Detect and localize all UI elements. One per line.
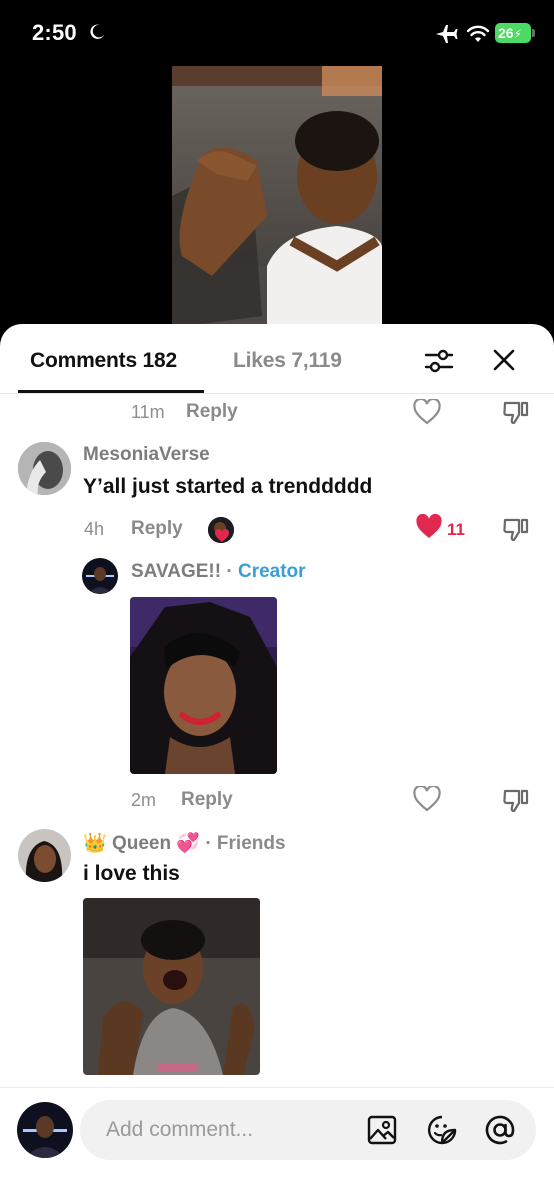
comment-text: i love this	[83, 862, 180, 885]
comments-list[interactable]: 11m Reply MesoniaVerse Y’all just starte…	[0, 394, 554, 1087]
media-image	[83, 898, 260, 1075]
creator-liked-avatar	[208, 517, 234, 543]
creator-badge: Creator	[237, 561, 306, 582]
sheet-tabs: Comments 182 Likes 7,119	[0, 324, 554, 394]
separator-dot: ·	[205, 833, 212, 854]
active-tab-indicator	[18, 390, 204, 393]
comment-text: Y’all just started a trenddddd	[83, 475, 373, 498]
separator-dot: ·	[226, 561, 233, 582]
comment-input-placeholder: Add comment...	[106, 1118, 254, 1141]
avatar-image	[18, 442, 71, 495]
comment-username[interactable]: MesoniaVerse	[83, 444, 210, 466]
tab-comments[interactable]: Comments 182	[30, 349, 177, 373]
image-icon[interactable]	[366, 1114, 398, 1146]
avatar[interactable]	[18, 442, 71, 495]
heart-emoji: 💞	[176, 833, 201, 854]
wifi-icon	[466, 25, 490, 42]
airplane-icon	[436, 25, 458, 43]
comment-input[interactable]: Add comment...	[80, 1100, 536, 1160]
crown-emoji: 👑	[83, 833, 107, 854]
reply-gif[interactable]	[130, 597, 277, 774]
comment-time: 11m	[131, 402, 165, 422]
avatar-image	[82, 558, 118, 594]
status-bar: 2:50 26⚡	[0, 0, 554, 64]
video-frame	[172, 66, 382, 328]
close-icon[interactable]	[490, 346, 518, 374]
comments-sheet: Comments 182 Likes 7,119 11m Reply Meson…	[0, 324, 554, 1200]
dislike-icon[interactable]	[502, 398, 530, 426]
moon-icon	[90, 24, 105, 39]
at-icon[interactable]	[484, 1114, 516, 1146]
dislike-icon[interactable]	[502, 515, 530, 543]
comment-username: 👑 Queen 💞 · Friends	[83, 831, 286, 855]
heart-icon[interactable]	[413, 786, 441, 812]
comment-composer: Add comment...	[0, 1087, 554, 1200]
reply-username: SAVAGE!! · Creator	[131, 561, 306, 583]
my-avatar[interactable]	[17, 1102, 73, 1158]
friends-badge: Friends	[216, 833, 286, 854]
heart-icon[interactable]	[415, 514, 443, 540]
heart-icon[interactable]	[413, 399, 441, 425]
comment-username-text[interactable]: Queen	[112, 833, 171, 854]
avatar[interactable]	[82, 558, 118, 594]
reply-button[interactable]: Reply	[186, 401, 238, 423]
gif-image	[130, 597, 277, 774]
filter-icon[interactable]	[424, 346, 454, 376]
dislike-icon[interactable]	[502, 786, 530, 814]
my-avatar-image	[17, 1102, 73, 1158]
creator-liked-avatar-image	[208, 517, 234, 543]
reply-username-text[interactable]: SAVAGE!!	[131, 561, 221, 582]
comment-time: 4h	[84, 519, 105, 539]
reply-button[interactable]: Reply	[181, 789, 233, 811]
like-count: 11	[447, 520, 465, 539]
avatar[interactable]	[18, 829, 71, 882]
video-player[interactable]	[172, 66, 382, 328]
avatar-image	[18, 829, 71, 882]
battery-indicator: 26⚡	[495, 23, 535, 43]
sticker-icon[interactable]	[426, 1114, 458, 1146]
battery-level: 26	[498, 25, 514, 41]
tab-likes[interactable]: Likes 7,119	[233, 349, 342, 373]
reply-button[interactable]: Reply	[131, 518, 183, 540]
comment-media[interactable]	[83, 898, 260, 1075]
status-time: 2:50	[32, 20, 77, 45]
reply-time: 2m	[131, 790, 157, 810]
